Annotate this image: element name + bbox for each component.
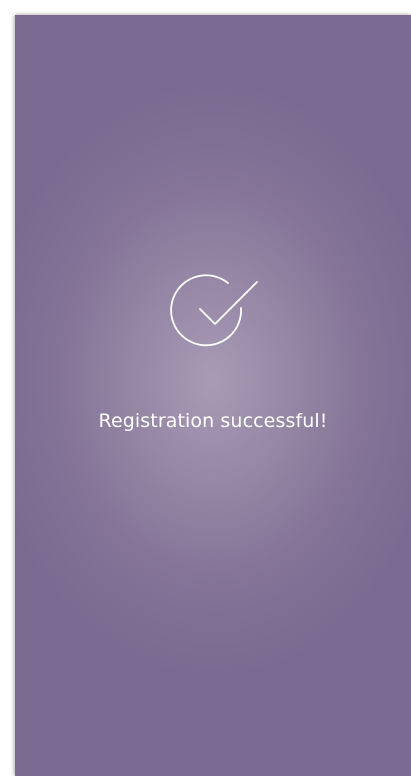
- registration-success-message: Registration successful!: [98, 410, 328, 432]
- window-frame: Registration successful!: [0, 0, 411, 776]
- registration-success-screen: Registration successful!: [15, 15, 411, 776]
- check-circle-icon: [170, 266, 264, 356]
